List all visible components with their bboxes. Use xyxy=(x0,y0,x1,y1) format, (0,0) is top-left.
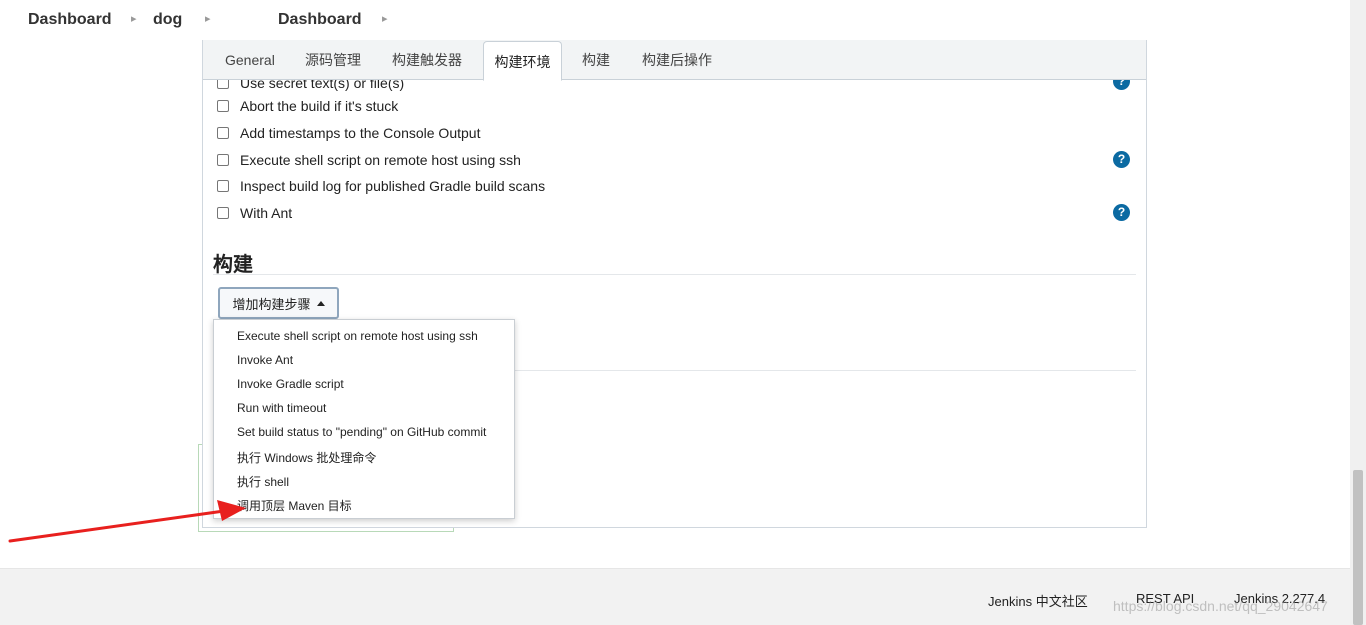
menu-item-maven[interactable]: 调用顶层 Maven 目标 xyxy=(237,497,352,514)
option-label: Inspect build log for published Gradle b… xyxy=(240,178,546,194)
tab-build-environment[interactable]: 构建环境 xyxy=(483,41,562,81)
add-build-step-label: 增加构建步骤 xyxy=(232,296,311,312)
tab-build-triggers[interactable]: 构建触发器 xyxy=(382,40,472,80)
menu-item-shell[interactable]: 执行 shell xyxy=(237,473,289,490)
help-icon[interactable]: ? xyxy=(1113,204,1130,221)
tab-source-control[interactable]: 源码管理 xyxy=(295,40,371,80)
option-label: With Ant xyxy=(240,205,293,221)
checkbox[interactable] xyxy=(217,127,229,139)
chevron-right-icon[interactable]: ▸ xyxy=(131,12,137,25)
help-icon[interactable]: ? xyxy=(1113,80,1130,90)
caret-up-icon xyxy=(316,300,325,306)
breadcrumb-dashboard-2[interactable]: Dashboard xyxy=(278,11,362,29)
tab-general[interactable]: General xyxy=(215,40,285,80)
chevron-right-icon[interactable]: ▸ xyxy=(382,12,388,25)
clipped-row-wrapper: Use secret text(s) or file(s) ? xyxy=(203,80,1146,94)
option-secret-text[interactable]: Use secret text(s) or file(s) xyxy=(217,80,404,93)
checkbox[interactable] xyxy=(217,80,229,89)
chevron-right-icon[interactable]: ▸ xyxy=(205,12,211,25)
option-label: Add timestamps to the Console Output xyxy=(240,125,481,141)
add-build-step-button[interactable]: 增加构建步骤 xyxy=(218,287,339,319)
option-label: Use secret text(s) or file(s) xyxy=(240,80,405,91)
breadcrumb: Dashboard ▸ dog ▸ Dashboard ▸ xyxy=(0,0,1350,40)
menu-item-invoke-ant[interactable]: Invoke Ant xyxy=(237,353,293,367)
tab-post-build[interactable]: 构建后操作 xyxy=(632,40,722,80)
option-gradle-scans[interactable]: Inspect build log for published Gradle b… xyxy=(217,176,545,196)
watermark: https://blog.csdn.net/qq_29042647 xyxy=(1113,598,1328,614)
footer: Jenkins 中文社区 REST API Jenkins 2.277.4 ht… xyxy=(0,568,1350,625)
divider xyxy=(213,274,1136,275)
tab-build[interactable]: 构建 xyxy=(572,40,620,80)
menu-item-github-pending[interactable]: Set build status to "pending" on GitHub … xyxy=(237,425,486,439)
breadcrumb-dog[interactable]: dog xyxy=(153,11,182,29)
scrollbar-thumb[interactable] xyxy=(1353,470,1363,625)
option-label: Execute shell script on remote host usin… xyxy=(240,152,521,168)
menu-item-gradle[interactable]: Invoke Gradle script xyxy=(237,377,344,391)
add-build-step-menu: Execute shell script on remote host usin… xyxy=(213,319,515,519)
breadcrumb-dashboard[interactable]: Dashboard xyxy=(28,11,112,29)
tab-bar: General 源码管理 构建触发器 构建环境 构建 构建后操作 xyxy=(203,40,1146,81)
checkbox[interactable] xyxy=(217,100,229,112)
build-section-title: 构建 xyxy=(213,254,253,276)
option-with-ant[interactable]: With Ant xyxy=(217,203,292,223)
scrollbar[interactable] xyxy=(1350,0,1366,625)
footer-community-link[interactable]: Jenkins 中文社区 xyxy=(988,591,1088,610)
option-label: Abort the build if it's stuck xyxy=(240,98,399,114)
option-timestamps[interactable]: Add timestamps to the Console Output xyxy=(217,123,480,143)
help-icon[interactable]: ? xyxy=(1113,151,1130,168)
menu-item-windows-batch[interactable]: 执行 Windows 批处理命令 xyxy=(237,449,376,466)
checkbox[interactable] xyxy=(217,207,229,219)
menu-item-timeout[interactable]: Run with timeout xyxy=(237,401,326,415)
option-abort-stuck[interactable]: Abort the build if it's stuck xyxy=(217,96,398,116)
option-ssh-remote[interactable]: Execute shell script on remote host usin… xyxy=(217,150,521,170)
checkbox[interactable] xyxy=(217,154,229,166)
checkbox[interactable] xyxy=(217,180,229,192)
menu-item-ssh[interactable]: Execute shell script on remote host usin… xyxy=(237,329,478,343)
